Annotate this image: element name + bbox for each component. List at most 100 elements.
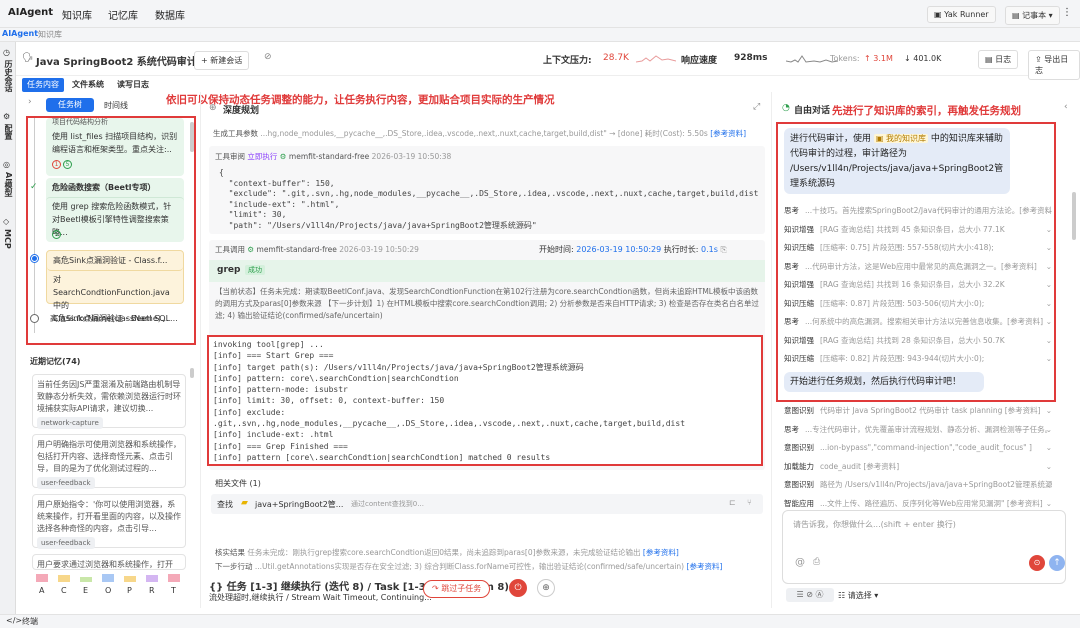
stop-generation-icon[interactable]: ⊙ bbox=[1029, 555, 1045, 571]
speed-label: 响应速度 bbox=[681, 56, 718, 66]
chevron-down-icon[interactable]: ⌄ bbox=[1046, 350, 1052, 369]
tree-scrollbar[interactable] bbox=[190, 122, 194, 152]
log-button[interactable]: ▤ 日志 bbox=[978, 50, 1019, 69]
sidebar-item-mcp[interactable]: MCP bbox=[3, 229, 12, 249]
file-nav-icon[interactable]: ⊏ bbox=[729, 498, 736, 507]
next-ref-link[interactable]: [参考资料] bbox=[687, 562, 723, 571]
task-1-badge-red: 1 bbox=[52, 160, 61, 169]
stop-icon[interactable]: ⏻ bbox=[509, 579, 527, 597]
task-card-2[interactable]: 危险函数搜索（Beetl专项） 使用 grep 搜索危险函数模式，针对Beetl… bbox=[46, 178, 184, 242]
thought-row[interactable]: 知识压缩 [压缩率: 0.75] 片段范围: 557-558(切片大小:418);… bbox=[784, 239, 1052, 258]
terminal-bar[interactable]: </> 终端 bbox=[0, 614, 1080, 628]
grep-description: 【当前状态】任务未完成：期读取BeetlConf.java、发现SearchCo… bbox=[215, 287, 759, 320]
memory-card-4[interactable]: 用户要求通过浏览器和系统操作，打开 bbox=[32, 554, 186, 570]
chevron-down-icon[interactable]: ⌄ bbox=[1046, 402, 1052, 421]
chevron-down-icon[interactable]: ⌄ bbox=[1046, 258, 1052, 277]
tool-toggle-icons[interactable]: ☰ ⊘ Ⓐ bbox=[786, 588, 834, 602]
thought-row[interactable]: 意图识别 路径为 /Users/v1ll4n/Projects/java/java… bbox=[784, 476, 1052, 495]
collapse-right-icon[interactable]: ‹ bbox=[1064, 102, 1068, 112]
sub-tab-bar: AIAgent 知识库 bbox=[0, 28, 1080, 42]
yak-runner-button[interactable]: ▣ Yak Runner bbox=[927, 6, 996, 23]
thought-row-label: 知识压缩 bbox=[784, 243, 814, 252]
knowledge-base-chip[interactable]: ▣ 我的知识库 bbox=[873, 134, 928, 143]
chevron-down-icon[interactable]: ⌄ bbox=[1046, 458, 1052, 477]
sidebar-item-history[interactable]: 历史会话 bbox=[3, 60, 14, 92]
tab-task-tree[interactable]: 任务树 bbox=[46, 98, 94, 112]
collapse-left-icon[interactable]: › bbox=[28, 97, 32, 107]
grep-tool-name: grep bbox=[217, 265, 241, 275]
thought-row[interactable]: 知识压缩 [压缩率: 0.82] 片段范围: 943-944(切片大小:0); ⌄ bbox=[784, 350, 1052, 369]
task-card-1[interactable]: 项目代码结构分析 使用 list_files 扫描项目结构，识别编程语言和框架类… bbox=[46, 118, 184, 176]
task-card-3[interactable]: 高危Sink点漏洞验证 - Class.f... 对SearchCondtion… bbox=[46, 250, 184, 323]
chevron-down-icon[interactable]: ⌄ bbox=[1046, 221, 1052, 240]
tool-call-timing: 开始时间: 2026-03-19 10:50:29 执行时长: 0.1s ⎘ bbox=[539, 243, 727, 256]
tab-rw-log[interactable]: 读写日志 bbox=[117, 79, 149, 90]
chevron-down-icon[interactable]: ⌄ bbox=[1046, 332, 1052, 351]
mute-icon[interactable]: ⊘ bbox=[264, 52, 272, 62]
chevron-down-icon[interactable]: ⌄ bbox=[1046, 295, 1052, 314]
chevron-down-icon[interactable]: ⌄ bbox=[1046, 202, 1052, 221]
thought-row[interactable]: 意图识别 代码审计 Java SpringBoot2 代码审计 task plan… bbox=[784, 402, 1052, 421]
task-4-title[interactable]: 高危Sink点漏洞验证 - Beetl SQL... bbox=[50, 313, 178, 324]
chevron-down-icon[interactable]: ⌄ bbox=[1046, 421, 1052, 440]
sidebar-item-ai-model[interactable]: AI模型 bbox=[3, 172, 14, 197]
histogram-label-r: R bbox=[149, 586, 155, 595]
memory-card-1[interactable]: 当前任务因JS严重混淆及前端路由机制导致静态分析失效，需依赖浏览器运行时环境捕获… bbox=[32, 374, 186, 429]
thought-row[interactable]: 知识增强 [RAG 查询总结] 共找到 28 条知识条目，总大小 50.7K ⌄ bbox=[784, 332, 1052, 351]
thought-row[interactable]: 思考 ...代码审计方法，这是Web应用中最常见的高危漏洞之一。[参考资料] ⌄ bbox=[784, 258, 1052, 277]
expand-icon[interactable]: ⤢ bbox=[753, 102, 760, 112]
notebook-button[interactable]: ▤ 记事本 ▾ bbox=[1005, 6, 1060, 25]
thought-row[interactable]: 知识压缩 [压缩率: 0.87] 片段范围: 503-506(切片大小:0); ⌄ bbox=[784, 295, 1052, 314]
mention-icon[interactable]: @ bbox=[795, 557, 805, 568]
grep-success-badge: 成功 bbox=[245, 265, 265, 275]
file-branch-icon[interactable]: ⑂ bbox=[747, 498, 752, 507]
target-icon[interactable]: ⊕ bbox=[537, 579, 555, 597]
chevron-down-icon[interactable]: ⌄ bbox=[1046, 476, 1052, 495]
tab-task-content[interactable]: 任务内容 bbox=[22, 78, 64, 92]
thought-row[interactable]: 知识增强 [RAG 查询总结] 共找到 16 条知识条目，总大小 32.2K ⌄ bbox=[784, 276, 1052, 295]
tab-timeline[interactable]: 时间线 bbox=[104, 100, 128, 111]
subtab-aiagent[interactable]: AIAgent bbox=[2, 29, 38, 38]
more-icon[interactable]: ⋮ bbox=[1062, 7, 1072, 18]
chat-input-box[interactable]: 请告诉我，你想做什么...(shift + enter 换行) @ ⎙ ⊙ ↑ bbox=[782, 510, 1066, 584]
thought-row-label: 思考 bbox=[784, 206, 799, 215]
gen-params-ref-link[interactable]: [参考资料] bbox=[710, 129, 746, 138]
select-dropdown[interactable]: ☷ 请选择 ▾ bbox=[838, 590, 878, 601]
thought-row[interactable]: 加载能力 code_audit [参考资料] ⌄ bbox=[784, 458, 1052, 477]
chevron-down-icon[interactable]: ⌄ bbox=[1046, 313, 1052, 332]
thought-row[interactable]: 思考 ...十技巧。首先搜索SpringBoot2/Java代码审计的通用方法论。… bbox=[784, 202, 1052, 221]
chevron-down-icon[interactable]: ⌄ bbox=[1046, 239, 1052, 258]
nav-database[interactable]: 数据库 bbox=[155, 7, 185, 22]
chat-scrollbar[interactable] bbox=[1072, 192, 1076, 240]
chevron-down-icon[interactable]: ⌄ bbox=[1046, 276, 1052, 295]
tab-file-system[interactable]: 文件系统 bbox=[72, 79, 104, 90]
nav-memory[interactable]: 记忆库 bbox=[108, 7, 138, 22]
memory-card-2[interactable]: 用户明确指示可使用浏览器和系统操作，包括打开内容、选择奇怪元素、点击引导，目的是… bbox=[32, 434, 186, 489]
tool-review-label: 工具审阅 bbox=[215, 152, 245, 161]
thought-row[interactable]: 意图识别 ...ion-bypass","command-injection","… bbox=[784, 439, 1052, 458]
related-file-row[interactable]: 查找 ▰ java+SpringBoot2管... 通过content查找到0.… bbox=[211, 494, 763, 514]
execute-now-link[interactable]: 立即执行 bbox=[247, 152, 277, 161]
gen-params-detail: ...hg,node_modules,__pycache__,.DS_Store… bbox=[260, 129, 708, 138]
verify-ref-link[interactable]: [参考资料] bbox=[643, 548, 679, 557]
skip-subtask-button[interactable]: ↷ 跳过子任务 bbox=[423, 580, 491, 598]
thought-row-label: 知识增强 bbox=[784, 224, 814, 234]
memory-card-3[interactable]: 用户原始指令：'你可以使用浏览器，系统来操作，打开看里面的内容，以及操作选择各种… bbox=[32, 494, 186, 549]
tool-review-model: memfit-standard-free bbox=[288, 152, 370, 161]
subtab-knowledge[interactable]: 知识库 bbox=[38, 29, 62, 40]
new-session-button[interactable]: + 新建会话 bbox=[194, 51, 250, 70]
memory-scrollbar[interactable] bbox=[190, 368, 194, 378]
copy-icon[interactable]: ⎘ bbox=[720, 245, 726, 254]
export-log-button[interactable]: ⇪ 导出日志 bbox=[1028, 50, 1080, 80]
chevron-down-icon[interactable]: ⌄ bbox=[1046, 439, 1052, 458]
thought-row-text: [压缩率: 0.82] 片段范围: 943-944(切片大小:0); bbox=[820, 354, 985, 363]
nav-knowledge[interactable]: 知识库 bbox=[62, 7, 92, 22]
skip-icon: ↷ bbox=[432, 584, 439, 593]
thought-row[interactable]: 思考 ...何系统中的高危漏洞。搜索相关审计方法以完善信息收集。[参考资料] ⌄ bbox=[784, 313, 1052, 332]
sidebar-item-config[interactable]: 配置 bbox=[3, 124, 14, 140]
attach-icon[interactable]: ⎙ bbox=[813, 557, 820, 567]
thought-row[interactable]: 思考 ...专注代码审计，优先覆盖审计流程规划、静态分析、漏洞检测等子任务。 ⌄ bbox=[784, 421, 1052, 440]
thought-row[interactable]: 知识增强 [RAG 查询总结] 共找到 45 条知识条目，总大小 77.1K ⌄ bbox=[784, 221, 1052, 240]
tool-call-header: 工具调用 ⚙ memfit-standard-free 2026-03-19 1… bbox=[215, 245, 419, 254]
send-icon[interactable]: ↑ bbox=[1049, 555, 1065, 571]
